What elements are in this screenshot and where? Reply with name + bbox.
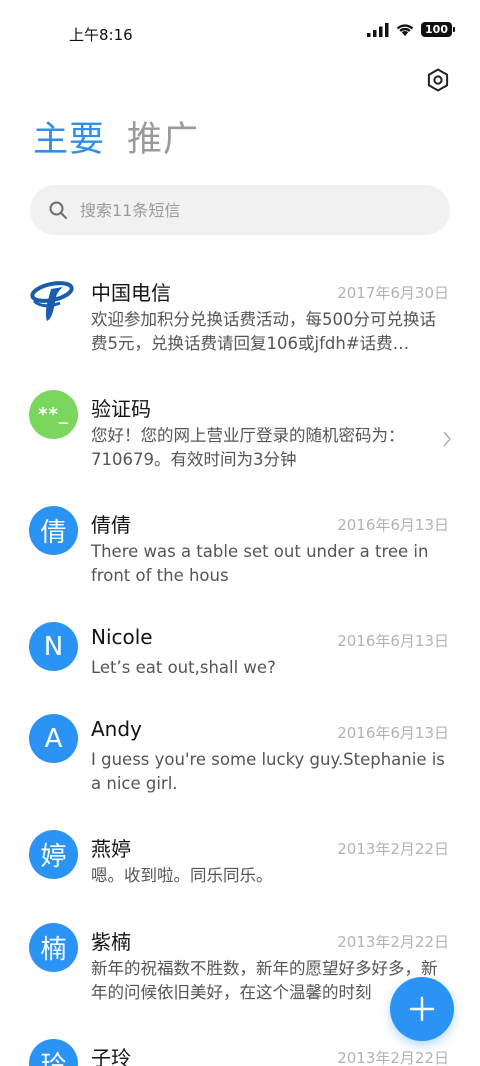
conversation-item[interactable]: A Andy 2016年6月13日 I guess you're some lu… — [0, 698, 480, 808]
contact-name: Nicole — [91, 625, 153, 649]
message-date: 2013年2月22日 — [337, 933, 449, 951]
search-input[interactable] — [78, 199, 422, 221]
conversation-item[interactable]: **_ 验证码 您好！您的网上营业厅登录的随机密码为：710679。有效时间为3… — [0, 374, 480, 484]
avatar: N — [29, 622, 78, 671]
search-icon — [49, 201, 67, 219]
conversation-item[interactable]: 倩 倩倩 2016年6月13日 There was a table set ou… — [0, 490, 480, 600]
chevron-right-icon — [443, 431, 452, 447]
message-preview: 欢迎参加积分兑换话费活动，每500分可兑换话费5元，兑换话费请回复106或jfd… — [91, 310, 436, 353]
message-preview: Let’s eat out,shall we? — [91, 658, 276, 677]
message-preview: 您好！您的网上营业厅登录的随机密码为：710679。有效时间为3分钟 — [91, 426, 405, 469]
tab-promotions[interactable]: 推广 — [127, 118, 199, 162]
china-telecom-logo-icon — [29, 274, 78, 323]
gear-icon — [427, 68, 449, 92]
avatar: A — [29, 714, 78, 763]
contact-name: Andy — [91, 717, 142, 741]
signal-icon — [367, 22, 389, 37]
wifi-icon — [396, 24, 414, 36]
battery-icon: 100 — [421, 22, 455, 37]
message-date: 2016年6月13日 — [337, 724, 449, 742]
search-bar[interactable] — [30, 185, 450, 235]
message-date: 2013年2月22日 — [337, 840, 449, 858]
status-time: 上午8:16 — [69, 26, 133, 44]
message-date: 2016年6月13日 — [337, 632, 449, 650]
message-date: 2016年6月13日 — [337, 516, 449, 534]
contact-name: 验证码 — [91, 397, 151, 421]
tab-bar: 主要 推广 — [33, 118, 199, 162]
new-message-button[interactable] — [390, 977, 454, 1041]
contact-name: 燕婷 — [91, 837, 131, 861]
contact-name: 中国电信 — [91, 281, 171, 305]
contact-name: 紫楠 — [91, 930, 131, 954]
status-bar: 上午8:16 100 — [0, 0, 480, 66]
contact-name: 子玲 — [91, 1046, 131, 1066]
tab-primary[interactable]: 主要 — [33, 118, 105, 162]
status-icons: 100 — [367, 22, 455, 37]
settings-button[interactable] — [424, 66, 452, 94]
message-date: 2013年2月22日 — [337, 1049, 449, 1066]
avatar: 楠 — [29, 923, 78, 972]
avatar: 婷 — [29, 830, 78, 879]
message-date: 2017年6月30日 — [337, 284, 449, 302]
avatar: 倩 — [29, 506, 78, 555]
verification-code-avatar: **_ — [29, 390, 78, 439]
avatar: 玲 — [29, 1039, 78, 1066]
contact-name: 倩倩 — [91, 513, 131, 537]
message-preview: I guess you're some lucky guy.Stephanie … — [91, 750, 445, 793]
message-preview: 嗯。收到啦。同乐同乐。 — [91, 866, 273, 885]
message-preview: There was a table set out under a tree i… — [91, 542, 429, 585]
conversation-item[interactable]: 中国电信 2017年6月30日 欢迎参加积分兑换话费活动，每500分可兑换话费5… — [0, 258, 480, 368]
plus-icon — [409, 996, 435, 1022]
